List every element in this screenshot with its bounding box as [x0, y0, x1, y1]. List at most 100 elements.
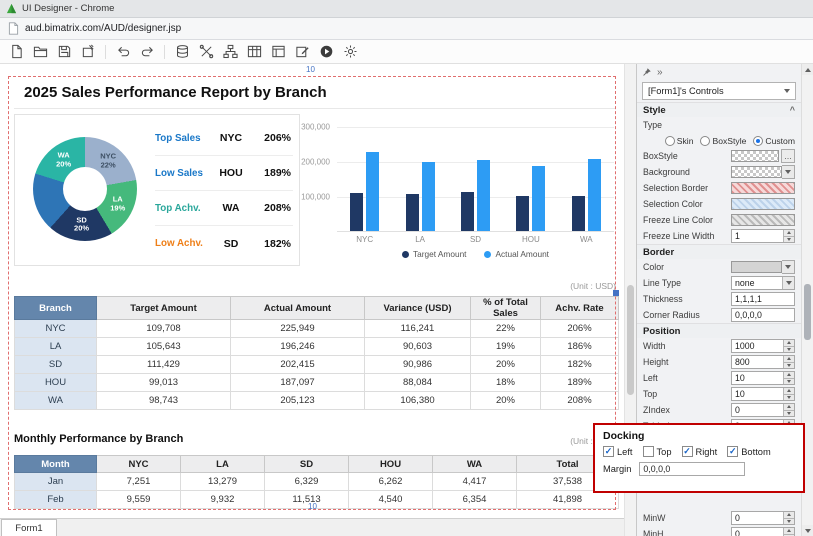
blue-swatch[interactable]	[731, 198, 795, 210]
design-canvas[interactable]: 10 2025 Sales Performance Report by Bran…	[0, 64, 624, 536]
table-button[interactable]	[244, 42, 264, 62]
number-spinner[interactable]: 0	[731, 511, 795, 525]
checkbox-unchecked-icon[interactable]	[643, 446, 654, 457]
minh-control[interactable]: 0	[731, 527, 795, 536]
app-window: UI Designer - Chrome aud.bimatrix.com/AU…	[0, 0, 813, 536]
sitemap-icon	[223, 44, 238, 59]
section-header-position[interactable]: Position	[637, 323, 801, 338]
freeze-line-width-control[interactable]: 1	[731, 229, 795, 243]
settings-button[interactable]	[340, 42, 360, 62]
scrollbar-thumb[interactable]	[804, 284, 811, 340]
window-titlebar[interactable]: UI Designer - Chrome	[0, 0, 813, 18]
number-spinner[interactable]: 0	[731, 403, 795, 417]
number-spinner[interactable]: 10	[731, 371, 795, 385]
browser-address-bar[interactable]: aud.bimatrix.com/AUD/designer.jsp	[0, 18, 813, 40]
radio-unselected-icon[interactable]	[700, 136, 710, 146]
checkbox-checked-icon[interactable]: ✓	[727, 446, 738, 457]
radio-selected-icon[interactable]	[753, 136, 763, 146]
checkbox-checked-icon[interactable]: ✓	[603, 446, 614, 457]
spinner-down-button[interactable]	[784, 346, 794, 353]
property-label: Background	[643, 167, 731, 177]
scroll-down-arrow[interactable]	[802, 525, 813, 536]
data-layers-button[interactable]	[172, 42, 192, 62]
pin-icon[interactable]	[642, 67, 652, 77]
checkbox-checked-icon[interactable]: ✓	[682, 446, 693, 457]
left-control[interactable]: 10	[731, 371, 795, 385]
spinner-down-button[interactable]	[784, 236, 794, 243]
scroll-up-arrow[interactable]	[802, 64, 813, 75]
new-file-button[interactable]	[6, 42, 26, 62]
bar-actual-amount-nyc	[366, 152, 379, 231]
ellipsis-button[interactable]: …	[781, 149, 795, 163]
x-axis-label-wa: WA	[559, 235, 614, 244]
docking-checkbox-bottom[interactable]: ✓Bottom	[727, 446, 770, 457]
number-spinner[interactable]: 0	[731, 527, 795, 536]
bar-target-amount-hou	[516, 196, 529, 231]
selection-resize-handle[interactable]	[613, 290, 619, 296]
open-folder-button[interactable]	[30, 42, 50, 62]
selection-color-control[interactable]	[731, 198, 795, 210]
radio-skin[interactable]: Skin	[665, 136, 694, 146]
form-tab[interactable]: Form1	[1, 519, 57, 536]
radio-unselected-icon[interactable]	[665, 136, 675, 146]
number-spinner[interactable]: 10	[731, 387, 795, 401]
docking-checkbox-left[interactable]: ✓Left	[603, 446, 633, 457]
controls-dropdown[interactable]: [Form1]'s Controls	[642, 82, 796, 100]
freeze-line-color-control[interactable]	[731, 214, 795, 226]
selection-border-control[interactable]	[731, 182, 795, 194]
spinner-down-button[interactable]	[784, 410, 794, 417]
section-header-style[interactable]: Style^	[637, 102, 801, 117]
thickness-control[interactable]: 1,1,1,1	[731, 292, 795, 306]
number-spinner[interactable]: 1	[731, 229, 795, 243]
text-input[interactable]: 0,0,0,0	[731, 308, 795, 322]
number-spinner[interactable]: 800	[731, 355, 795, 369]
section-header-border[interactable]: Border	[637, 244, 801, 259]
color-control[interactable]	[731, 260, 795, 274]
spinner-down-button[interactable]	[784, 518, 794, 525]
solid-gray-swatch[interactable]	[731, 261, 782, 273]
margin-input[interactable]: 0,0,0,0	[639, 462, 745, 476]
boxstyle-control[interactable]: …	[731, 149, 795, 163]
collapse-chevrons-icon[interactable]: »	[657, 67, 663, 78]
text-input[interactable]: 1,1,1,1	[731, 292, 795, 306]
save-button[interactable]	[54, 42, 74, 62]
pattern-swatch[interactable]	[731, 150, 779, 162]
dropdown-arrow-button[interactable]	[782, 277, 794, 289]
property-row-zindex: ZIndex0	[637, 402, 801, 418]
undo-button[interactable]	[113, 42, 133, 62]
docking-checkbox-top[interactable]: Top	[643, 446, 672, 457]
corner-radius-control[interactable]: 0,0,0,0	[731, 308, 795, 322]
line-type-control[interactable]: none	[731, 276, 795, 290]
tools-button[interactable]	[196, 42, 216, 62]
pattern-swatch[interactable]	[731, 166, 782, 178]
dropdown-value: none	[732, 278, 782, 288]
form-tab-bar: Form1	[0, 518, 624, 536]
radio-custom[interactable]: Custom	[753, 136, 795, 146]
dropdown-arrow-button[interactable]	[782, 260, 795, 274]
width-control[interactable]: 1000	[731, 339, 795, 353]
run-button[interactable]	[316, 42, 336, 62]
minw-control[interactable]: 0	[731, 511, 795, 525]
spinner-down-button[interactable]	[784, 378, 794, 385]
red-hatch-swatch[interactable]	[731, 182, 795, 194]
window-button[interactable]	[268, 42, 288, 62]
dropdown-arrow-button[interactable]	[782, 165, 795, 179]
zindex-control[interactable]: 0	[731, 403, 795, 417]
spinner-down-button[interactable]	[784, 362, 794, 369]
docking-checkbox-right[interactable]: ✓Right	[682, 446, 718, 457]
redo-button[interactable]	[137, 42, 157, 62]
background-control[interactable]	[731, 165, 795, 179]
top-control[interactable]: 10	[731, 387, 795, 401]
spinner-value: 0	[732, 512, 783, 524]
radio-boxstyle[interactable]: BoxStyle	[700, 136, 746, 146]
scrollbar-thumb[interactable]	[627, 285, 634, 395]
gray-swatch[interactable]	[731, 214, 795, 226]
edit-button[interactable]	[292, 42, 312, 62]
save-as-button[interactable]	[78, 42, 98, 62]
height-control[interactable]: 800	[731, 355, 795, 369]
dropdown[interactable]: none	[731, 276, 795, 290]
sitemap-button[interactable]	[220, 42, 240, 62]
spinner-down-button[interactable]	[784, 394, 794, 401]
docking-margin-row: Margin 0,0,0,0	[595, 459, 803, 479]
number-spinner[interactable]: 1000	[731, 339, 795, 353]
